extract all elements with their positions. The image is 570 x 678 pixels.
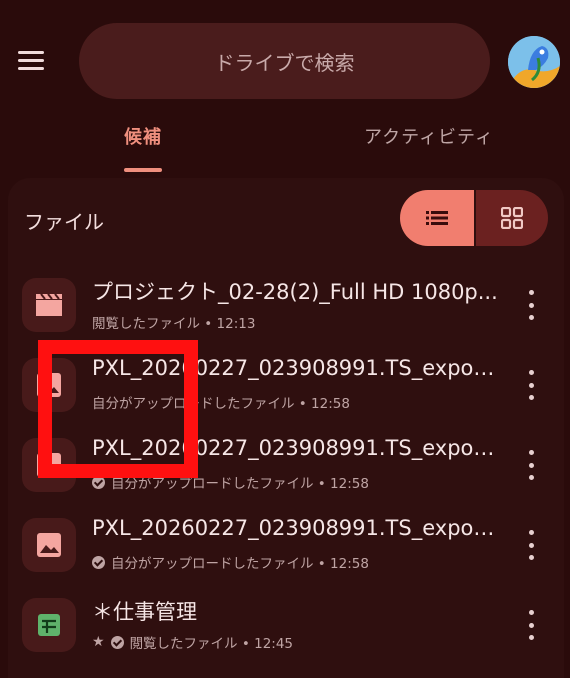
tab-suggested[interactable]: 候補: [124, 123, 162, 149]
list-item[interactable]: ＊仕事管理 ★ 閲覧したファイル • 12:45: [0, 584, 570, 664]
highlight-annotation-box: [38, 340, 198, 478]
list-item[interactable]: プロジェクト_02-28(2)_Full HD 1080p... 閲覧したファイ…: [0, 264, 570, 344]
list-item[interactable]: PXL_20260227_023908991.TS_export... 自分がア…: [0, 504, 570, 584]
list-view-icon: [426, 211, 448, 225]
file-meta-text: 自分がアップロードしたファイル • 12:58: [111, 556, 369, 572]
grid-view-button[interactable]: [476, 190, 548, 246]
drive-app: ドライブで検索 候補 アクティビティ ファイル プロジェクト_02-28(2)_…: [0, 0, 570, 678]
file-name: ＊仕事管理: [92, 600, 197, 624]
image-icon: [22, 518, 76, 572]
section-title: ファイル: [24, 210, 104, 234]
file-meta: 閲覧したファイル • 12:13: [92, 312, 502, 332]
grid-view-icon: [501, 207, 523, 229]
file-meta-text: 閲覧したファイル • 12:13: [92, 316, 256, 332]
more-options-icon[interactable]: [520, 290, 542, 320]
bird-avatar-icon[interactable]: [508, 36, 560, 88]
file-name: PXL_20260227_023908991.TS_export...: [92, 516, 502, 540]
star-icon: ★: [92, 634, 105, 650]
list-view-button[interactable]: [400, 190, 474, 246]
search-placeholder: ドライブで検索: [214, 50, 355, 75]
search-input[interactable]: ドライブで検索: [79, 23, 490, 99]
file-meta: 自分がアップロードしたファイル • 12:58: [92, 552, 502, 572]
more-options-icon[interactable]: [520, 530, 542, 560]
file-name: プロジェクト_02-28(2)_Full HD 1080p...: [92, 280, 498, 304]
uploaded-check-icon: [92, 555, 105, 569]
spreadsheet-icon: [22, 598, 76, 652]
file-meta-text: 閲覧したファイル • 12:45: [129, 636, 294, 652]
more-options-icon[interactable]: [520, 610, 542, 640]
hamburger-menu-icon[interactable]: [18, 47, 48, 73]
more-options-icon[interactable]: [520, 370, 542, 400]
file-meta: ★ 閲覧したファイル • 12:45: [92, 632, 502, 652]
view-toggle: [400, 190, 548, 246]
tab-activity[interactable]: アクティビティ: [364, 123, 494, 149]
more-options-icon[interactable]: [520, 450, 542, 480]
shared-check-icon: [110, 635, 124, 649]
video-clapper-icon: [22, 278, 76, 332]
active-tab-indicator: [124, 168, 162, 172]
